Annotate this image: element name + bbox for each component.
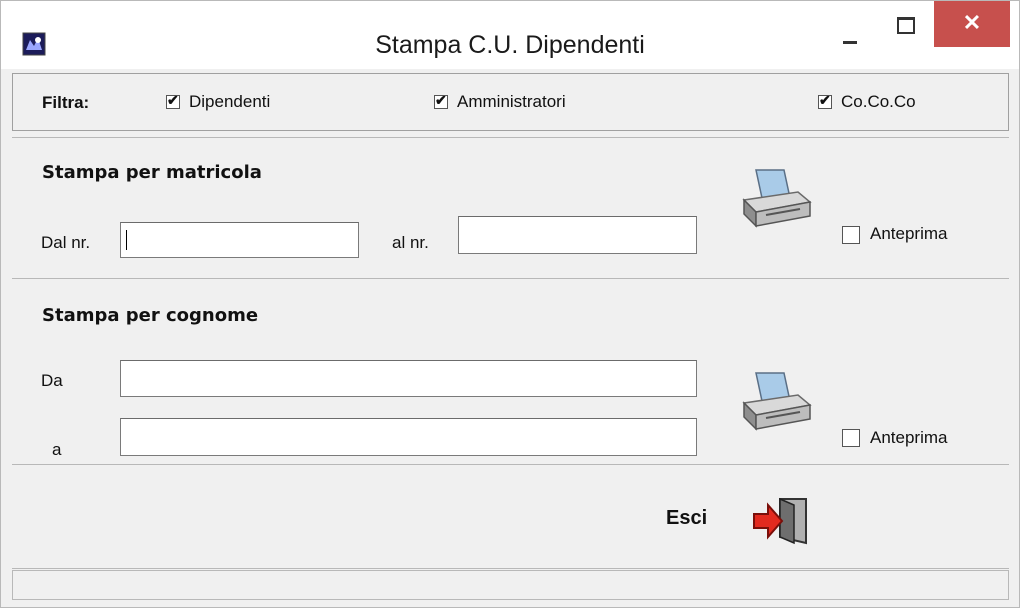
footer-section: Esci	[12, 464, 1009, 569]
cognome-preview-label[interactable]: Anteprima	[870, 428, 947, 448]
minimize-button[interactable]	[825, 13, 869, 53]
matricola-from-input[interactable]	[120, 222, 359, 258]
matricola-preview-label[interactable]: Anteprima	[870, 224, 947, 244]
dipendenti-label[interactable]: Dipendenti	[189, 92, 270, 112]
cognome-section: Stampa per cognome Da a Anteprima	[12, 278, 1009, 463]
status-bar	[12, 570, 1009, 600]
close-button[interactable]: ✕	[934, 1, 1010, 47]
title-bar[interactable]: Stampa C.U. Dipendenti ✕	[1, 1, 1019, 69]
filter-panel: Filtra: Dipendenti Amministratori Co.Co.…	[12, 73, 1009, 131]
matricola-section: Stampa per matricola Dal nr. al nr. Ante…	[12, 137, 1009, 277]
cococo-label[interactable]: Co.Co.Co	[841, 92, 916, 112]
text-caret	[126, 230, 127, 250]
cognome-from-label: Da	[41, 371, 63, 390]
exit-label[interactable]: Esci	[666, 507, 707, 530]
cognome-heading: Stampa per cognome	[42, 305, 259, 326]
exit-door-icon[interactable]	[752, 497, 812, 545]
matricola-heading: Stampa per matricola	[42, 162, 262, 183]
amministratori-label[interactable]: Amministratori	[457, 92, 566, 112]
cognome-preview-checkbox[interactable]	[842, 429, 860, 447]
filter-label: Filtra:	[42, 93, 90, 112]
cococo-checkbox[interactable]	[818, 92, 832, 109]
cognome-to-label: a	[52, 440, 62, 459]
app-window: Stampa C.U. Dipendenti ✕ Filtra: Dipende…	[0, 0, 1020, 608]
matricola-to-input[interactable]	[458, 216, 697, 254]
amministratori-checkbox[interactable]	[434, 92, 448, 109]
matricola-from-label: Dal nr.	[41, 233, 91, 252]
printer-icon[interactable]	[740, 371, 812, 433]
dipendenti-checkbox[interactable]	[166, 92, 180, 109]
cognome-to-input[interactable]	[120, 418, 697, 456]
printer-icon[interactable]	[740, 168, 812, 230]
matricola-to-label: al nr.	[392, 233, 429, 252]
cognome-from-input[interactable]	[120, 360, 697, 397]
maximize-button[interactable]	[879, 13, 929, 53]
matricola-preview-checkbox[interactable]	[842, 226, 860, 244]
